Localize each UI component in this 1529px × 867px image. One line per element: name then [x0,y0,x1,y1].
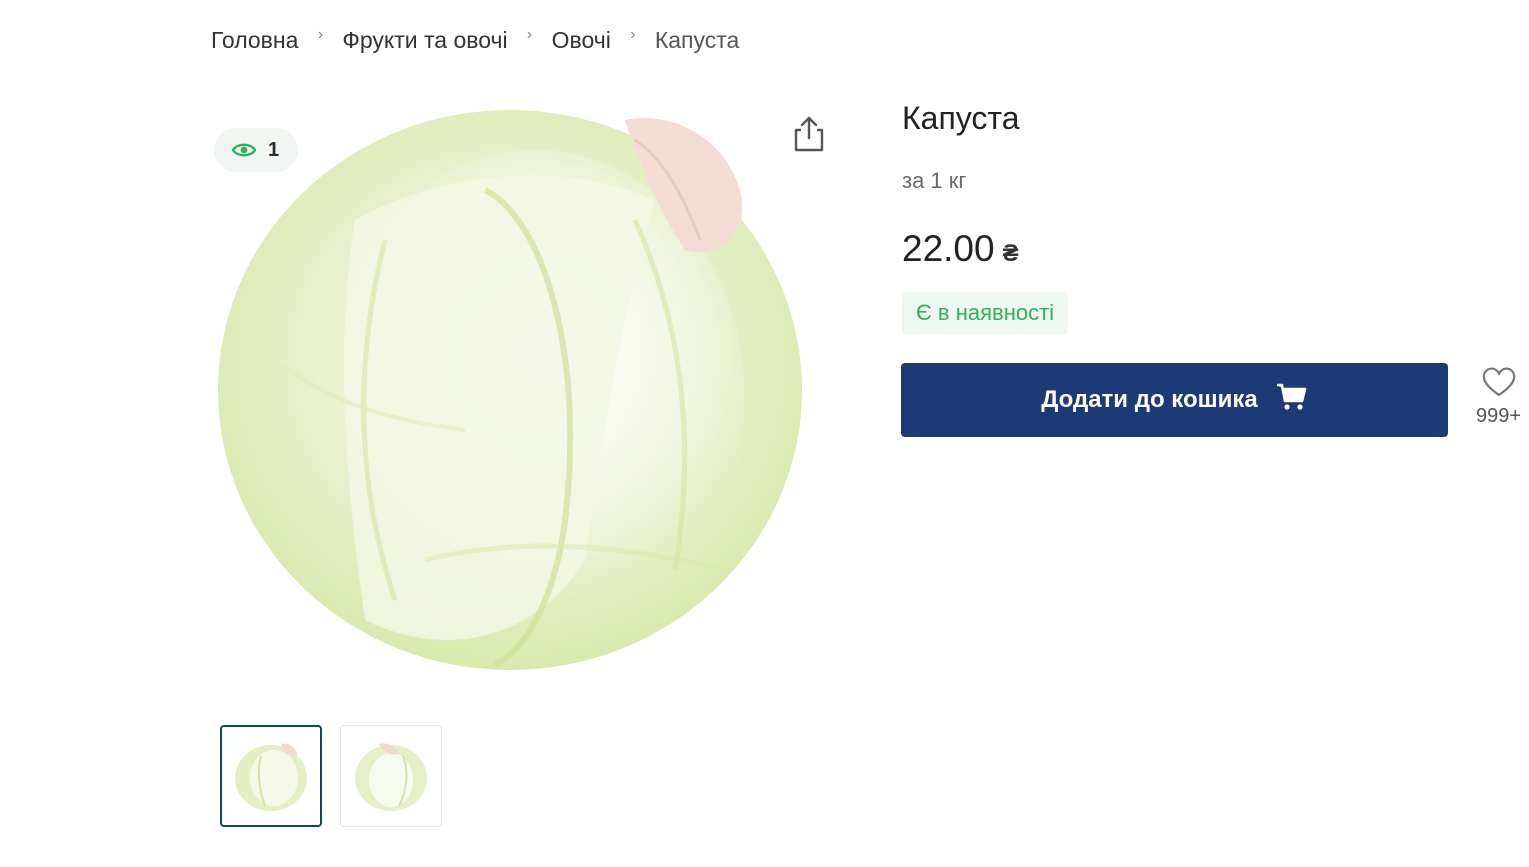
breadcrumb-fruits-vegetables[interactable]: Фрукти та овочі [342,27,507,54]
views-count: 1 [268,138,280,161]
product-unit: за 1 кг [902,168,967,193]
breadcrumb-home[interactable]: Головна [211,27,298,54]
price-value: 22.00 [902,228,995,269]
chevron-right-icon: › [317,26,324,43]
cart-icon [1276,382,1308,419]
breadcrumb-current: Капуста [654,26,740,53]
product-main-image[interactable] [205,100,825,700]
favorites-count: 999+ [1475,405,1522,427]
add-to-cart-button[interactable]: Додати до кошика [901,363,1448,437]
heart-icon [1482,366,1516,403]
chevron-right-icon: › [526,26,533,43]
thumbnail-1[interactable] [220,725,322,827]
product-title: Капуста [902,100,1020,136]
breadcrumb: Головна › Фрукти та овочі › Овочі › Капу… [211,24,739,56]
thumbnail-2[interactable] [340,725,442,827]
product-price: 22.00 ₴ [902,228,1019,270]
chevron-right-icon: › [630,26,636,43]
price-currency: ₴ [1002,240,1019,267]
share-icon[interactable] [790,114,828,154]
eye-icon [232,142,256,158]
favorite-button[interactable]: 999+ [1468,366,1529,436]
views-counter: 1 [214,128,298,172]
cabbage-thumb-2 [355,743,427,811]
stock-status-badge: Є в наявності [902,292,1069,334]
breadcrumb-vegetables[interactable]: Овочі [552,27,611,54]
cabbage-thumb-1 [235,743,307,811]
cabbage-photo [218,110,802,670]
add-to-cart-label: Додати до кошика [1041,386,1258,413]
